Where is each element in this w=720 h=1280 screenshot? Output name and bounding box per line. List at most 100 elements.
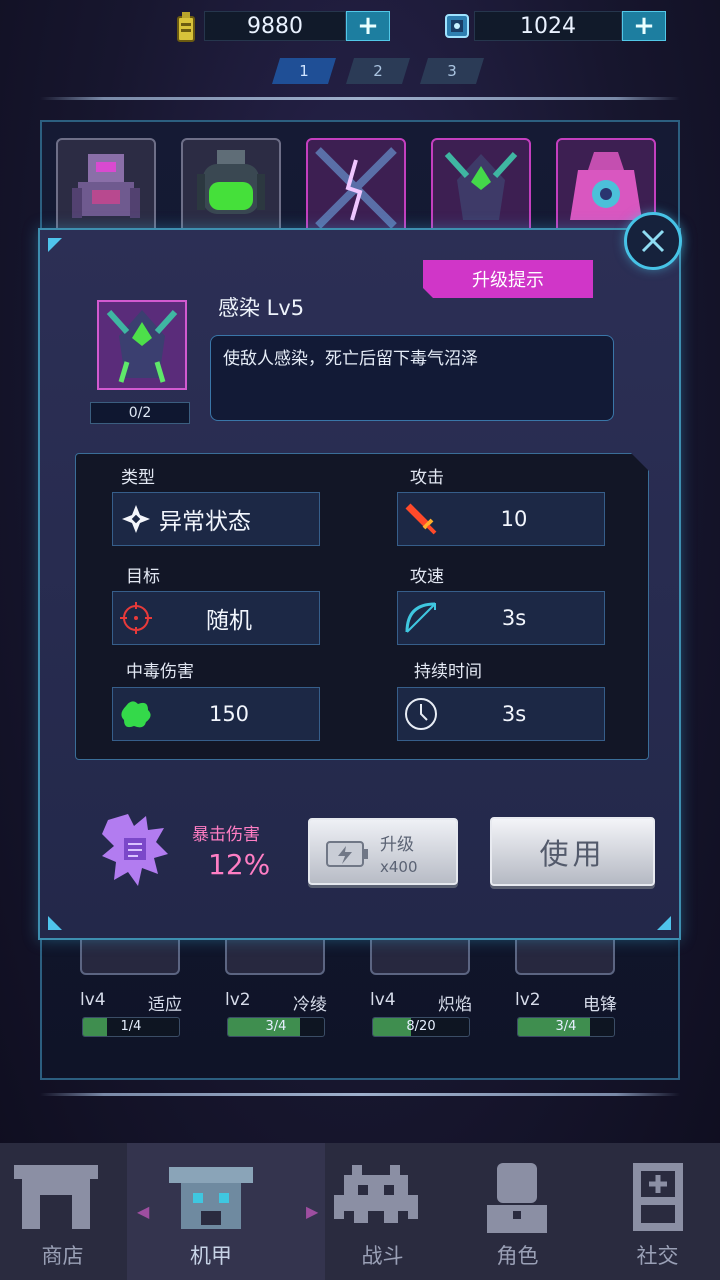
- nav-label: 社交: [636, 1244, 679, 1268]
- nav-shop[interactable]: 商店: [0, 1143, 125, 1280]
- upgrade-button[interactable]: 升级 x400: [308, 818, 458, 885]
- type-label: 类型: [121, 468, 155, 488]
- duration-value: 3s: [501, 702, 527, 726]
- item-progress-bar: 8/20: [372, 1017, 470, 1037]
- add-chip-button[interactable]: +: [622, 11, 666, 41]
- target-value: 随机: [206, 608, 252, 634]
- social-icon: [633, 1163, 683, 1231]
- character-icon: [487, 1163, 547, 1233]
- nav-social[interactable]: 社交: [595, 1143, 720, 1280]
- speed-value: 3s: [501, 606, 527, 630]
- item-progress-text: 3/4: [265, 1019, 287, 1034]
- duration-field: 3s: [397, 687, 605, 741]
- skill-description: 使敌人感染，死亡后留下毒气沼泽: [210, 335, 614, 421]
- add-battery-button[interactable]: +: [346, 11, 390, 41]
- nav-prev-arrow[interactable]: ◀: [137, 1202, 149, 1221]
- nav-battle[interactable]: 战斗: [320, 1143, 445, 1280]
- nav-next-arrow[interactable]: ▶: [306, 1202, 318, 1221]
- attack-field: 10: [397, 492, 605, 546]
- page-tabs: 1 2 3: [272, 58, 484, 84]
- nav-label: 战斗: [361, 1244, 404, 1268]
- hooded-mech-icon: [106, 309, 178, 383]
- battery-icon: [170, 9, 204, 43]
- item-card-2[interactable]: [225, 935, 325, 975]
- infection-skill-icon: [97, 300, 187, 390]
- mech-card-2[interactable]: [181, 138, 281, 238]
- type-value: 异常状态: [159, 509, 251, 535]
- bow-icon: [398, 592, 444, 644]
- shop-icon: [14, 1165, 98, 1229]
- upgrade-cost: x400: [380, 858, 418, 876]
- crosshair-icon: [113, 592, 159, 644]
- invader-icon: [334, 1165, 418, 1223]
- item-level: lv4: [370, 990, 396, 1010]
- duration-label: 持续时间: [414, 662, 482, 682]
- type-field: 异常状态: [112, 492, 320, 546]
- chip-icon: [440, 9, 474, 43]
- item-card-4[interactable]: [515, 935, 615, 975]
- corner-marker: [48, 916, 62, 930]
- poison-value: 150: [208, 702, 250, 726]
- chip-resource: 1024 +: [440, 10, 666, 42]
- attack-label: 攻击: [410, 468, 444, 488]
- clock-icon: [398, 688, 444, 740]
- toxic-tank-icon: [197, 150, 265, 214]
- crossed-blades-icon: [315, 147, 397, 229]
- hooded-mech-icon: [444, 151, 518, 220]
- nav-label: 角色: [496, 1244, 539, 1268]
- mech-card-3[interactable]: [306, 138, 406, 238]
- mech-card-1[interactable]: [56, 138, 156, 238]
- diamond-star-icon: [113, 493, 159, 545]
- battery-value: 9880: [204, 11, 346, 41]
- item-level: lv2: [515, 990, 541, 1010]
- nav-mech[interactable]: 机甲: [127, 1143, 325, 1280]
- robot-icon: [72, 154, 140, 218]
- battery-resource: 9880 +: [170, 10, 390, 42]
- crit-label: 暴击伤害: [192, 825, 260, 845]
- chip-value: 1024: [474, 11, 622, 41]
- item-name: 炽焰: [438, 995, 472, 1015]
- item-name: 冷绫: [293, 995, 327, 1015]
- crit-fist-icon: [98, 810, 170, 890]
- item-progress-text: 3/4: [555, 1019, 577, 1034]
- item-progress-text: 1/4: [120, 1019, 142, 1034]
- item-progress-bar: 3/4: [517, 1017, 615, 1037]
- poison-splat-icon: [113, 688, 159, 740]
- close-icon: [641, 229, 665, 253]
- item-name: 电锋: [583, 995, 617, 1015]
- item-progress-bar: 3/4: [227, 1017, 325, 1037]
- crit-value: 12%: [208, 848, 271, 881]
- item-progress-bar: 1/4: [82, 1017, 180, 1037]
- item-name: 适应: [148, 995, 182, 1015]
- item-level: lv2: [225, 990, 251, 1010]
- nav-label: 机甲: [190, 1244, 232, 1268]
- speed-label: 攻速: [410, 567, 444, 587]
- corner-marker: [48, 238, 62, 252]
- page-tab-2[interactable]: 2: [346, 58, 410, 84]
- item-level: lv4: [80, 990, 106, 1010]
- battery-icon: [326, 841, 368, 867]
- use-button[interactable]: 使用: [490, 817, 655, 886]
- mech-card-4[interactable]: [431, 138, 531, 238]
- top-divider: [40, 97, 680, 100]
- item-card-1[interactable]: [80, 935, 180, 975]
- page-tab-3[interactable]: 3: [420, 58, 484, 84]
- upgrade-hint-button[interactable]: 升级提示: [423, 260, 593, 298]
- page-tab-1[interactable]: 1: [272, 58, 336, 84]
- poison-label: 中毒伤害: [126, 662, 194, 682]
- item-progress-text: 8/20: [406, 1019, 436, 1034]
- nav-label: 商店: [41, 1244, 84, 1268]
- corner-marker: [657, 916, 671, 930]
- mech-icon: [169, 1167, 253, 1229]
- upgrade-label: 升级: [380, 835, 414, 855]
- attack-value: 10: [500, 507, 528, 531]
- bottom-divider: [40, 1093, 680, 1096]
- speed-field: 3s: [397, 591, 605, 645]
- sword-icon: [398, 493, 444, 545]
- target-label: 目标: [126, 567, 160, 587]
- close-button[interactable]: [624, 212, 682, 270]
- skill-count: 0/2: [90, 402, 190, 424]
- item-card-3[interactable]: [370, 935, 470, 975]
- nav-character[interactable]: 角色: [455, 1143, 580, 1280]
- target-field: 随机: [112, 591, 320, 645]
